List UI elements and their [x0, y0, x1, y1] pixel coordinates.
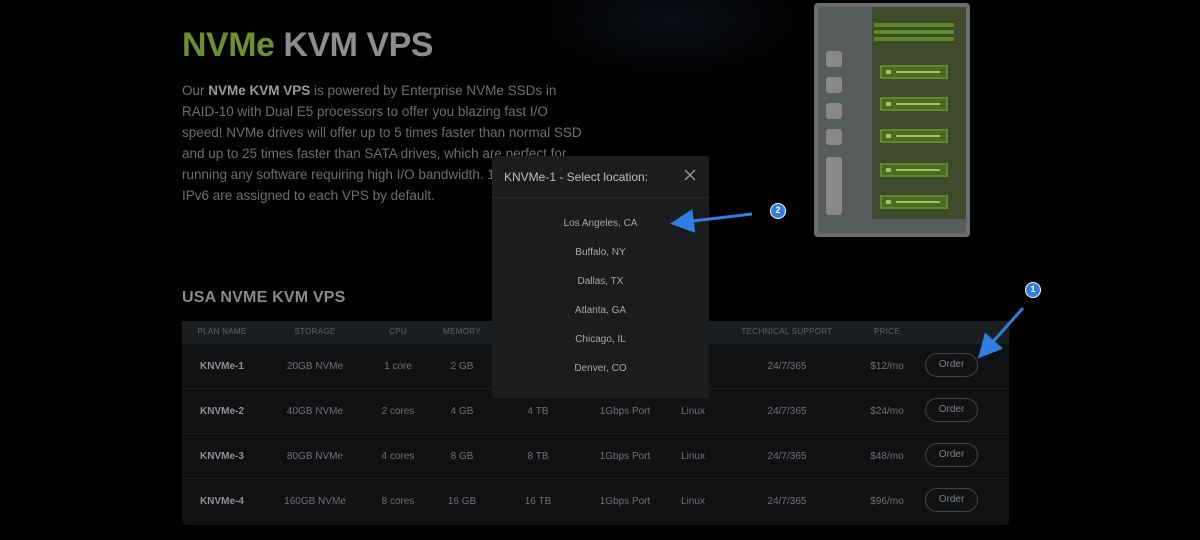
location-option[interactable]: Atlanta, GA: [492, 305, 709, 316]
bandwidth-value: 4 TB: [527, 406, 549, 417]
plan-name: KNVMe-3: [200, 451, 244, 462]
page-title: NVMe KVM VPS: [182, 26, 433, 65]
order-button[interactable]: Order: [925, 488, 978, 512]
bandwidth-value: 8 TB: [527, 451, 549, 462]
plan-name: KNVMe-2: [200, 406, 244, 417]
order-button[interactable]: Order: [925, 353, 978, 377]
server-slot: [826, 77, 842, 93]
drive-icon: [880, 195, 948, 209]
drive-icon: [880, 163, 948, 177]
support-value: 24/7/365: [767, 496, 807, 507]
cpu-value: 2 cores: [381, 406, 415, 417]
server-vent: [874, 23, 954, 27]
server-panel: [826, 157, 842, 215]
storage-value: 20GB NVMe: [286, 361, 344, 372]
support-value: 24/7/365: [767, 406, 807, 417]
title-rest: KVM VPS: [283, 26, 433, 64]
section-title: USA NVME KVM VPS: [182, 289, 346, 306]
support-value: 24/7/365: [767, 361, 807, 372]
memory-value: 8 GB: [450, 451, 474, 462]
table-row: KNVMe-4 160GB NVMe 8 cores 16 GB 16 TB 1…: [182, 478, 1009, 523]
memory-value: 16 GB: [447, 496, 477, 507]
port-value: 1Gbps Port: [599, 451, 651, 462]
intro-bold: NVMe KVM VPS: [208, 83, 311, 98]
location-option[interactable]: Denver, CO: [492, 363, 709, 374]
server-slot: [826, 51, 842, 67]
os-value: Linux: [681, 496, 705, 507]
modal-header: KNVMe-1 - Select location:: [492, 156, 709, 198]
location-option[interactable]: Los Angeles, CA: [492, 218, 709, 229]
server-vent: [874, 30, 954, 34]
col-storage: STORAGE: [294, 327, 336, 336]
order-button[interactable]: Order: [925, 443, 978, 467]
col-support: TECHNICAL SUPPORT: [741, 327, 833, 336]
close-icon[interactable]: [683, 168, 697, 182]
col-plan-name: PLAN NAME: [197, 327, 247, 336]
cpu-value: 8 cores: [381, 496, 415, 507]
price-value: $12/mo: [870, 361, 904, 372]
server-slot: [826, 103, 842, 119]
plan-name: KNVMe-1: [200, 361, 244, 372]
server-vent: [874, 37, 954, 41]
storage-value: 160GB NVMe: [284, 496, 346, 507]
price-value: $96/mo: [870, 496, 904, 507]
table-row: KNVMe-3 80GB NVMe 4 cores 8 GB 8 TB 1Gbp…: [182, 433, 1009, 478]
memory-value: 2 GB: [450, 361, 474, 372]
location-option[interactable]: Chicago, IL: [492, 334, 709, 345]
plan-name: KNVMe-4: [200, 496, 244, 507]
port-value: 1Gbps Port: [599, 406, 651, 417]
memory-value: 4 GB: [450, 406, 474, 417]
port-value: 1Gbps Port: [599, 496, 651, 507]
title-accent: NVMe: [182, 26, 275, 64]
price-value: $24/mo: [870, 406, 904, 417]
server-slot: [826, 129, 842, 145]
support-value: 24/7/365: [767, 451, 807, 462]
order-button[interactable]: Order: [925, 398, 978, 422]
col-cpu: CPU: [389, 327, 407, 336]
col-memory: MEMORY: [443, 327, 481, 336]
intro-prefix: Our: [182, 83, 209, 98]
cpu-value: 4 cores: [381, 451, 415, 462]
col-price: PRICE: [874, 327, 900, 336]
step-badge-2: 2: [770, 203, 786, 219]
server-chassis: [818, 7, 966, 233]
bandwidth-value: 16 TB: [524, 496, 552, 507]
price-value: $48/mo: [870, 451, 904, 462]
cpu-value: 1 core: [384, 361, 412, 372]
storage-value: 80GB NVMe: [286, 451, 344, 462]
drive-icon: [880, 97, 948, 111]
location-option[interactable]: Dallas, TX: [492, 276, 709, 287]
os-value: Linux: [681, 406, 705, 417]
drive-icon: [880, 129, 948, 143]
os-value: Linux: [681, 451, 705, 462]
location-modal: KNVMe-1 - Select location: Los Angeles, …: [492, 156, 709, 398]
location-option[interactable]: Buffalo, NY: [492, 247, 709, 258]
server-illustration: [814, 3, 970, 237]
step-badge-1: 1: [1025, 282, 1041, 298]
storage-value: 40GB NVMe: [286, 406, 344, 417]
drive-icon: [880, 65, 948, 79]
modal-title: KNVMe-1 - Select location:: [504, 170, 649, 184]
